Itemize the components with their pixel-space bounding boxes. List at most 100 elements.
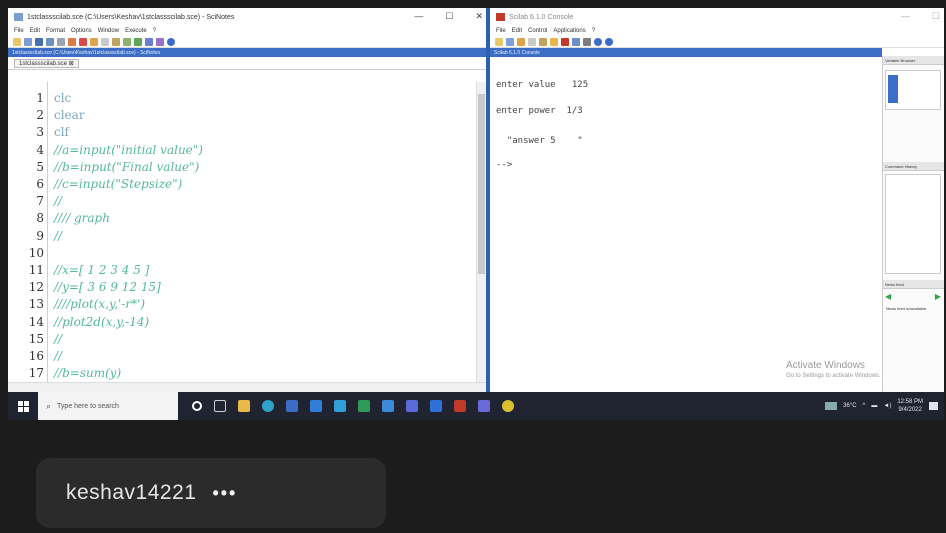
- notification-icon[interactable]: [929, 402, 938, 410]
- code-line[interactable]: //: [54, 349, 62, 363]
- paste-icon[interactable]: [112, 37, 120, 46]
- menu-window[interactable]: Window: [98, 28, 119, 34]
- weather-icon[interactable]: [825, 402, 838, 410]
- print-icon[interactable]: [57, 37, 65, 46]
- code-line[interactable]: //// graph: [54, 211, 110, 225]
- excel-icon[interactable]: [358, 400, 370, 412]
- editor-vertical-scrollbar[interactable]: [476, 82, 486, 382]
- code-line[interactable]: //: [54, 332, 62, 346]
- code-line[interactable]: //x=[ 1 2 3 4 5 ]: [54, 263, 149, 277]
- folder-icon[interactable]: [550, 37, 558, 46]
- save-icon[interactable]: [35, 37, 43, 46]
- console-prompt[interactable]: -->: [496, 160, 512, 170]
- new-file-icon[interactable]: [13, 37, 21, 46]
- close-button[interactable]: ✕: [475, 11, 483, 22]
- console-menu-control[interactable]: Control: [528, 28, 547, 34]
- help-icon[interactable]: [605, 37, 613, 46]
- scinotes-titlebar[interactable]: 1stclassscilab.sce (C:\Users\Keshav\1stc…: [8, 8, 487, 26]
- console-menu-applications[interactable]: Applications: [553, 28, 585, 34]
- tray-chevron-icon[interactable]: ^: [863, 403, 866, 409]
- comment-icon[interactable]: [134, 37, 142, 46]
- minimize-button[interactable]: —: [414, 11, 423, 22]
- menu-options[interactable]: Options: [71, 28, 92, 34]
- code-line[interactable]: //c=input("Stepsize"): [54, 177, 182, 191]
- command-history[interactable]: [885, 174, 941, 274]
- file-explorer-icon[interactable]: [238, 400, 250, 412]
- copy-icon[interactable]: [101, 37, 109, 46]
- file-tab[interactable]: 1stclassscilab.sce ⊠: [14, 58, 79, 68]
- menu-edit[interactable]: Edit: [30, 28, 40, 34]
- code-line[interactable]: //: [54, 194, 62, 208]
- demo-icon[interactable]: [594, 37, 602, 46]
- volume-icon[interactable]: ◄): [883, 403, 891, 409]
- console-maximize-button[interactable]: ☐: [932, 11, 940, 22]
- maximize-button[interactable]: ☐: [445, 11, 453, 22]
- run-icon[interactable]: [145, 37, 153, 46]
- taskbar-search[interactable]: ⌕ Type here to search: [38, 392, 178, 420]
- console-output[interactable]: enter value 125 enter power 1/3 "answer …: [490, 66, 870, 392]
- execute-icon[interactable]: [156, 37, 164, 46]
- undo-icon[interactable]: [68, 37, 76, 46]
- more-options-icon[interactable]: •••: [212, 483, 237, 504]
- variable-browser[interactable]: [885, 70, 941, 110]
- scinotes-launch-icon[interactable]: [495, 37, 503, 46]
- code-line[interactable]: //a=input("initial value"): [54, 143, 203, 157]
- battery-icon[interactable]: ▬: [871, 403, 877, 409]
- edge-icon[interactable]: [262, 400, 274, 412]
- store-icon[interactable]: [286, 400, 298, 412]
- cortana-icon[interactable]: [192, 401, 202, 411]
- mail-icon[interactable]: [310, 400, 322, 412]
- chrome-icon[interactable]: [502, 400, 514, 412]
- scrollbar-thumb[interactable]: [478, 94, 485, 274]
- cut-icon[interactable]: [90, 37, 98, 46]
- code-line[interactable]: clear: [54, 108, 85, 122]
- menu-file[interactable]: File: [14, 28, 24, 34]
- code-line[interactable]: //plot2d(x,y,-14): [54, 315, 149, 329]
- code-line[interactable]: ////plot(x,y,'-r*'): [54, 297, 145, 311]
- console-menu-edit[interactable]: Edit: [512, 28, 522, 34]
- weather-text[interactable]: 36°C: [843, 403, 856, 409]
- find-icon[interactable]: [123, 37, 131, 46]
- settings-icon[interactable]: [583, 37, 591, 46]
- arrow-app-icon[interactable]: [406, 400, 418, 412]
- menu-execute[interactable]: Execute: [125, 28, 147, 34]
- xcos-icon[interactable]: [561, 37, 569, 46]
- task-view-icon[interactable]: [214, 400, 226, 412]
- onenote-icon[interactable]: [430, 400, 442, 412]
- code-line[interactable]: //: [54, 229, 62, 243]
- start-button[interactable]: [8, 392, 38, 420]
- save-as-icon[interactable]: [46, 37, 54, 46]
- photos-icon[interactable]: [382, 400, 394, 412]
- code-line[interactable]: clf: [54, 125, 69, 139]
- app-icon[interactable]: [334, 400, 346, 412]
- teams-icon[interactable]: [478, 400, 490, 412]
- copy-icon[interactable]: [528, 37, 536, 46]
- code-line[interactable]: clc: [54, 91, 71, 105]
- cut-icon[interactable]: [517, 37, 525, 46]
- tab-close-icon[interactable]: ⊠: [69, 61, 74, 67]
- menu-help[interactable]: ?: [153, 28, 156, 34]
- console-titlebar[interactable]: Scilab 6.1.0 Console — ☐: [490, 8, 944, 26]
- code-line[interactable]: //b=sum(y): [54, 366, 121, 380]
- open-file-icon[interactable]: [24, 37, 32, 46]
- news-prev-icon[interactable]: ◀: [885, 292, 891, 302]
- console-menu-file[interactable]: File: [496, 28, 506, 34]
- scilab-taskbar-icon[interactable]: [454, 400, 466, 412]
- console-menu-help[interactable]: ?: [592, 28, 595, 34]
- command-history-header[interactable]: Command History: [883, 162, 944, 171]
- paste-icon[interactable]: [539, 37, 547, 46]
- menu-format[interactable]: Format: [46, 28, 65, 34]
- redo-icon[interactable]: [79, 37, 87, 46]
- console-minimize-button[interactable]: —: [901, 11, 910, 22]
- clock[interactable]: 12:58 PM 9/4/2022: [897, 398, 923, 414]
- module-icon[interactable]: [572, 37, 580, 46]
- help-icon[interactable]: [167, 37, 175, 46]
- open-icon[interactable]: [506, 37, 514, 46]
- code-line[interactable]: //b=input("Final value"): [54, 160, 199, 174]
- news-feed-header[interactable]: News feed: [883, 280, 944, 289]
- code-line[interactable]: //y=[ 3 6 9 12 15]: [54, 280, 161, 294]
- news-next-icon[interactable]: ▶: [935, 292, 941, 302]
- editor-horizontal-scrollbar[interactable]: [8, 382, 486, 392]
- code-editor[interactable]: 1 2 3 4 5 6 7 8 9 10 11 12 13 14 15 16 17 clc clear clf//a…: [8, 82, 476, 382]
- variable-browser-header[interactable]: Variable Browser: [883, 56, 944, 65]
